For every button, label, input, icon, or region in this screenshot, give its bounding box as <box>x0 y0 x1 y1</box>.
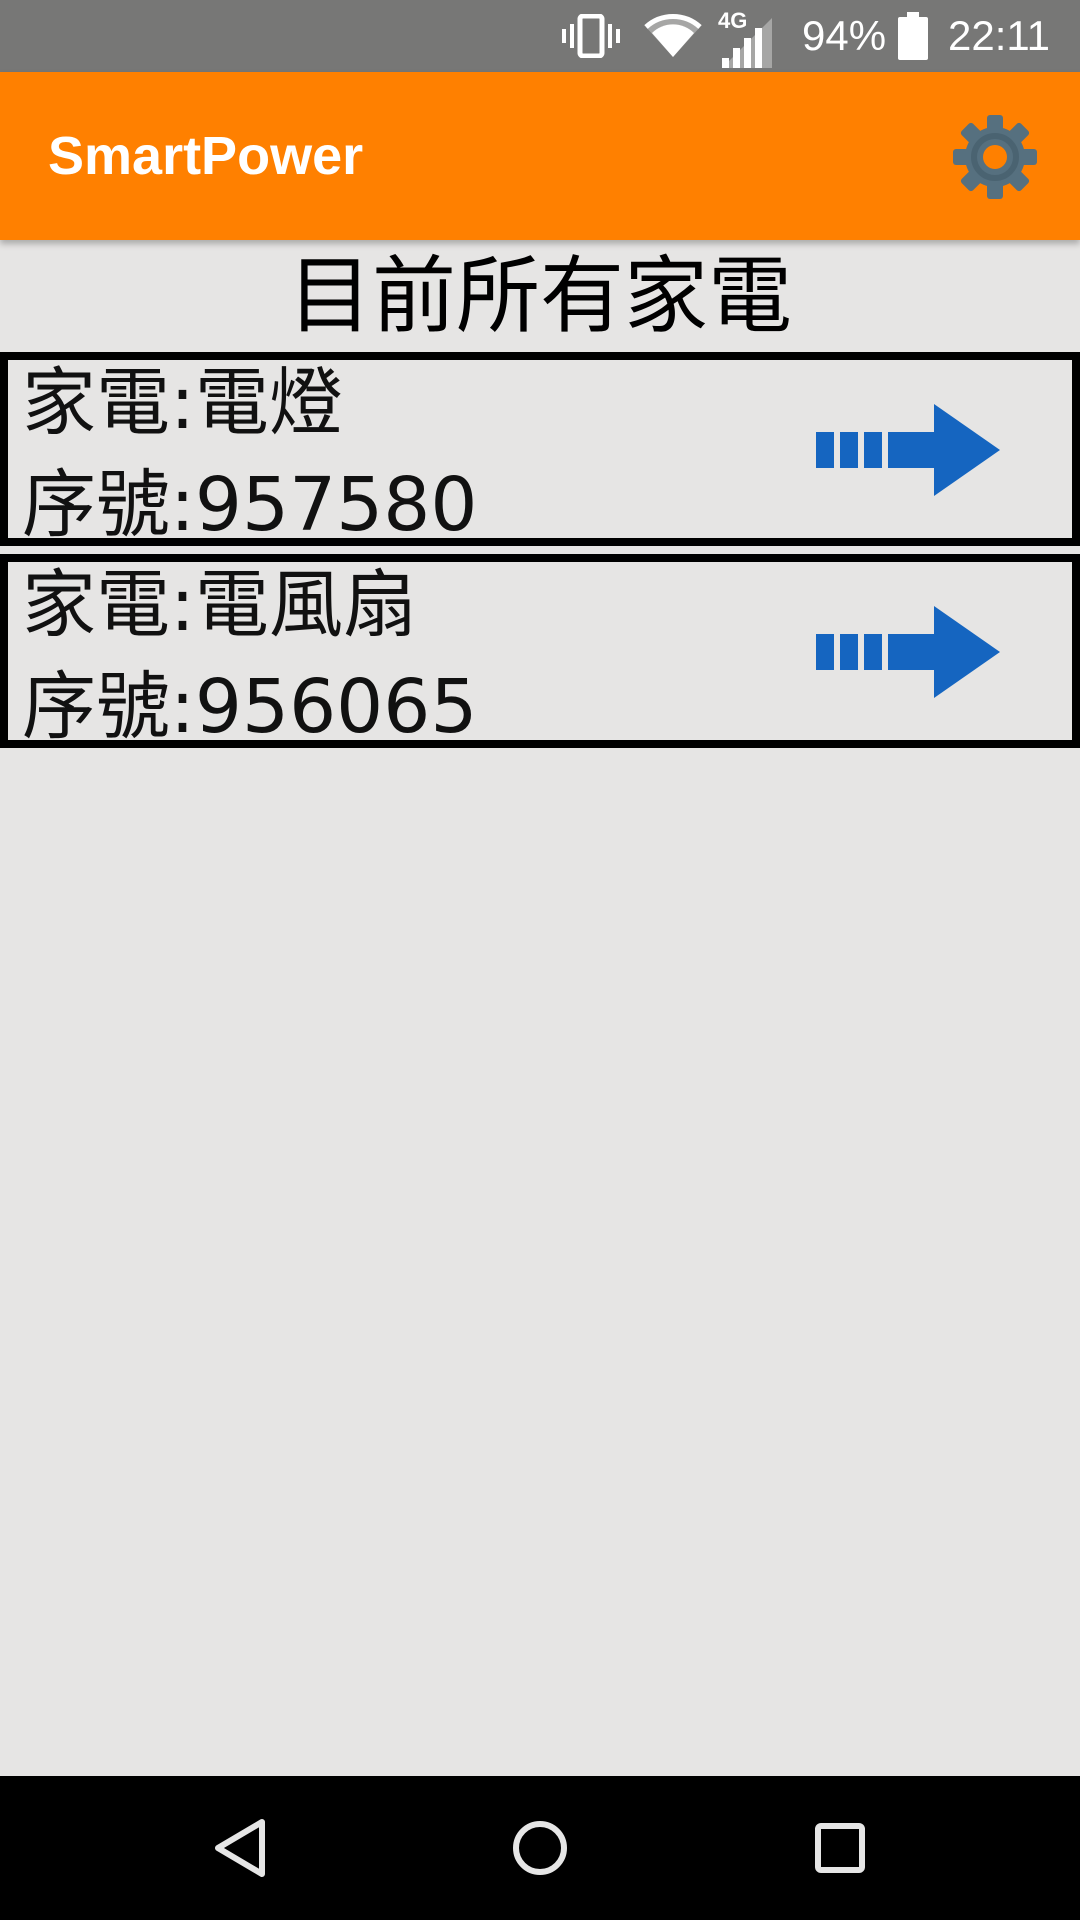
appliance-name: 家電:電燈 <box>22 360 343 446</box>
home-icon <box>513 1821 567 1875</box>
page-title: 目前所有家電 <box>287 247 792 345</box>
app-title: SmartPower <box>48 126 364 186</box>
back-icon <box>215 1819 265 1877</box>
battery-percent: 94% <box>802 12 887 59</box>
appliance-serial: 序號:956065 <box>22 664 478 750</box>
appliance-name: 家電:電風扇 <box>22 562 417 648</box>
network-type-label: 4G <box>718 8 748 33</box>
arrow-right-icon <box>816 606 1000 698</box>
back-button[interactable] <box>204 1812 276 1884</box>
open-appliance-button[interactable] <box>816 604 1000 700</box>
list-item-appliance[interactable]: 家電:電風扇 序號:956065 <box>0 554 1080 750</box>
battery-icon <box>898 0 928 72</box>
list-item-appliance[interactable]: 家電:電燈 序號:957580 <box>0 352 1080 548</box>
gear-icon <box>953 115 1037 199</box>
vibrate-icon <box>562 0 620 72</box>
appliance-list: 家電:電燈 序號:957580 家電:電風扇 序號:956065 <box>0 352 1080 756</box>
wifi-icon <box>644 0 702 72</box>
home-button[interactable] <box>504 1812 576 1884</box>
recents-button[interactable] <box>804 1812 876 1884</box>
system-nav-bar <box>0 1776 1080 1920</box>
recents-icon <box>815 1823 865 1873</box>
status-bar: 4G 94% 22:11 <box>0 0 1080 72</box>
open-appliance-button[interactable] <box>816 402 1000 498</box>
appliance-serial: 序號:957580 <box>22 462 478 548</box>
cell-signal-4g-icon: 4G <box>718 0 772 72</box>
app-bar: SmartPower <box>0 72 1080 240</box>
clock: 22:11 <box>948 12 1050 59</box>
settings-button[interactable] <box>950 112 1040 202</box>
arrow-right-icon <box>816 404 1000 496</box>
